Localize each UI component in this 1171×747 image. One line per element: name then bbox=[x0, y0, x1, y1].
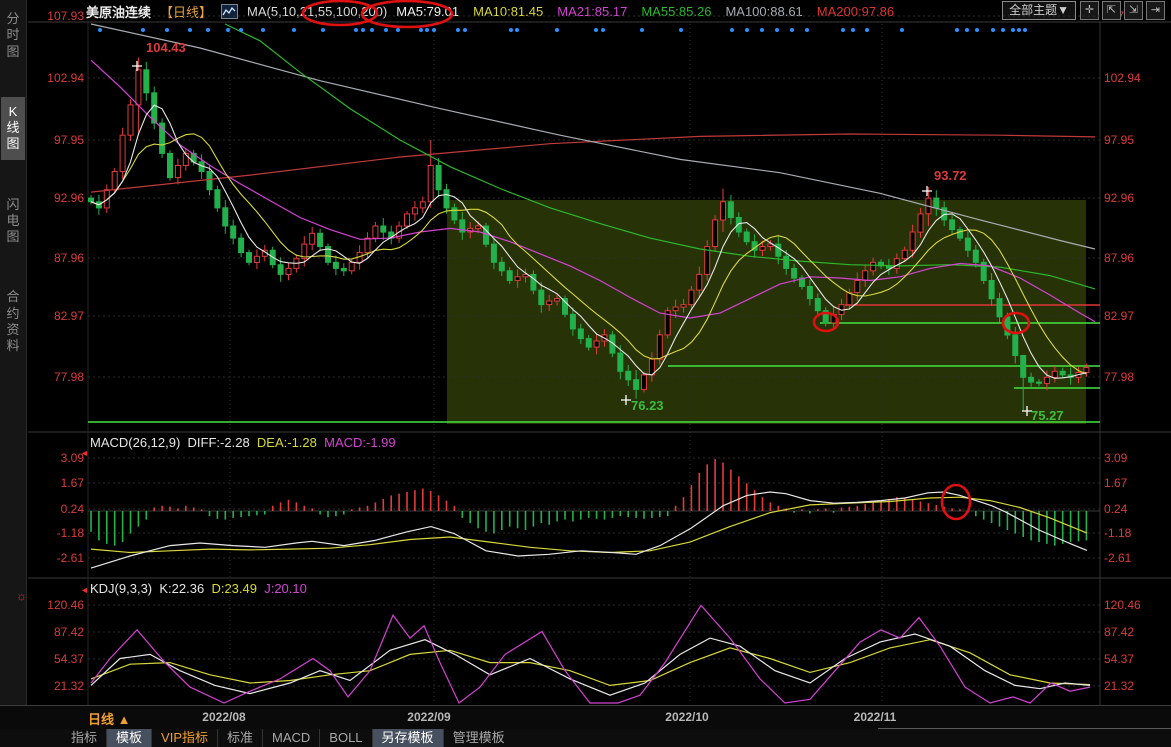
bottom-tab-3[interactable]: 标准 bbox=[217, 729, 262, 747]
price-axis-label: 1.67 bbox=[1104, 476, 1127, 490]
ma-settings-label: MA(5,10,21,55,100,200) bbox=[247, 4, 387, 19]
price-axis-label: 92.96 bbox=[1104, 191, 1134, 205]
symbol-title: 美原油连续 bbox=[86, 2, 151, 21]
price-axis-label: 102.94 bbox=[26, 71, 84, 85]
bottom-tab-7[interactable]: 管理模板 bbox=[443, 729, 514, 747]
ma-value: MA10:81.45 bbox=[473, 4, 543, 19]
period-tag: 【日线】 bbox=[160, 2, 212, 21]
price-axis-label: 87.96 bbox=[1104, 251, 1134, 265]
price-axis-label: 77.98 bbox=[26, 370, 84, 384]
sidebar-item-3[interactable]: 合约资料 bbox=[1, 282, 25, 361]
trading-app-window: 分时图 K线图闪电图合约资料 美原油连续 【日线】 MA(5,10,21,55,1… bbox=[0, 0, 1171, 747]
header-toolbar: 全部主题▼ ✛⇱⇲⇥ bbox=[1002, 1, 1165, 20]
price-axis-label: 82.97 bbox=[1104, 309, 1134, 323]
kdj-title: KDJ(9,3,3) bbox=[90, 581, 152, 596]
kdj-k-value: K:22.36 bbox=[159, 581, 204, 596]
indicator-chart-icon[interactable] bbox=[221, 4, 238, 19]
price-axis-label: 87.42 bbox=[1104, 625, 1134, 639]
price-axis-label: 0.24 bbox=[26, 502, 84, 516]
macd-pane-header: MACD(26,12,9) DIFF:-2.28 DEA:-1.28 MACD:… bbox=[90, 435, 396, 450]
price-axis-label: 54.37 bbox=[1104, 652, 1134, 666]
ma-value: MA200:97.86 bbox=[817, 4, 894, 19]
ma-value: MA5:79.01 bbox=[396, 4, 459, 19]
price-axis-label: 97.95 bbox=[26, 133, 84, 147]
chart-header: 美原油连续 【日线】 MA(5,10,21,55,100,200) MA5:79… bbox=[28, 0, 1171, 22]
date-label: 2022/10 bbox=[665, 710, 708, 724]
timeline-bar: 日线 ▲ 2022/08 2022/09 2022/10 2022/11 bbox=[0, 705, 1171, 730]
ma-value: MA55:85.26 bbox=[641, 4, 711, 19]
price-axis-label: 77.98 bbox=[1104, 370, 1134, 384]
kdj-scroll-left-icon[interactable]: ◄ bbox=[80, 585, 89, 595]
bottom-tab-4[interactable]: MACD bbox=[262, 729, 319, 747]
date-label: 2022/09 bbox=[407, 710, 450, 724]
price-axis-label: 97.95 bbox=[1104, 133, 1134, 147]
window-tool-icons: ✛⇱⇲⇥ bbox=[1080, 1, 1165, 20]
ma-value: MA21:85.17 bbox=[557, 4, 627, 19]
kdj-settings-icon[interactable]: ☼ bbox=[16, 589, 27, 603]
indicator-tabbar: 指标模板VIP指标标准MACDBOLL另存模板管理模板 bbox=[0, 729, 1171, 747]
bottom-tab-0[interactable]: 指标 bbox=[62, 729, 106, 747]
price-axis-label: 3.09 bbox=[26, 451, 84, 465]
crosshair-tool-icon[interactable]: ✛ bbox=[1080, 1, 1099, 20]
price-axis-label: 120.46 bbox=[26, 598, 84, 612]
zoom-x-axis-icon[interactable]: ⇲ bbox=[1124, 1, 1143, 20]
kdj-pane-header: KDJ(9,3,3) K:22.36 D:23.49 J:20.10 bbox=[90, 581, 307, 596]
chart-plot-area[interactable] bbox=[88, 22, 1100, 705]
bottom-tab-6[interactable]: 另存模板 bbox=[372, 729, 443, 747]
macd-dea-value: DEA:-1.28 bbox=[257, 435, 317, 450]
pan-right-icon[interactable]: ⇥ bbox=[1146, 1, 1165, 20]
price-axis-label: 21.32 bbox=[26, 679, 84, 693]
macd-title: MACD(26,12,9) bbox=[90, 435, 180, 450]
price-axis-label: -1.18 bbox=[26, 526, 84, 540]
kdj-j-value: J:20.10 bbox=[264, 581, 307, 596]
price-axis-label: -2.61 bbox=[26, 551, 84, 565]
price-axis-label: 120.46 bbox=[1104, 598, 1141, 612]
kdj-d-value: D:23.49 bbox=[211, 581, 257, 596]
price-axis-label: 102.94 bbox=[1104, 71, 1141, 85]
price-axis-label: 21.32 bbox=[1104, 679, 1134, 693]
date-label: 2022/08 bbox=[202, 710, 245, 724]
price-axis-label: 87.96 bbox=[26, 251, 84, 265]
period-dropdown[interactable]: 日线 ▲ bbox=[88, 709, 130, 728]
price-axis-label: 92.96 bbox=[26, 191, 84, 205]
price-axis-label: -1.18 bbox=[1104, 526, 1131, 540]
macd-macd-value: MACD:-1.99 bbox=[324, 435, 396, 450]
price-axis-label: 1.67 bbox=[26, 476, 84, 490]
price-axis-label: -2.61 bbox=[1104, 551, 1131, 565]
price-axis-label: 82.97 bbox=[26, 309, 84, 323]
price-axis-label: 3.09 bbox=[1104, 451, 1127, 465]
macd-scroll-left-icon[interactable]: ◄ bbox=[80, 448, 89, 458]
theme-selector-button[interactable]: 全部主题▼ bbox=[1002, 1, 1076, 20]
sidebar-item-1[interactable]: K线图 bbox=[1, 97, 25, 160]
ma-values: MA5:79.01 MA10:81.45 MA21:85.17 MA55:85.26 M… bbox=[396, 4, 894, 19]
bottom-tab-1[interactable]: 模板 bbox=[106, 729, 151, 747]
bottom-tab-2[interactable]: VIP指标 bbox=[151, 729, 217, 747]
price-axis-label: 54.37 bbox=[26, 652, 84, 666]
ma-value: MA100:88.61 bbox=[725, 4, 802, 19]
sidebar-item-0[interactable]: 分时图 bbox=[1, 4, 25, 67]
price-axis-label: 0.24 bbox=[1104, 502, 1127, 516]
macd-diff-value: DIFF:-2.28 bbox=[188, 435, 250, 450]
sidebar-item-2[interactable]: 闪电图 bbox=[1, 190, 25, 253]
bottom-tab-5[interactable]: BOLL bbox=[319, 729, 371, 747]
zoom-y-axis-icon[interactable]: ⇱ bbox=[1102, 1, 1121, 20]
date-label: 2022/11 bbox=[854, 710, 897, 724]
price-axis-label: 87.42 bbox=[26, 625, 84, 639]
